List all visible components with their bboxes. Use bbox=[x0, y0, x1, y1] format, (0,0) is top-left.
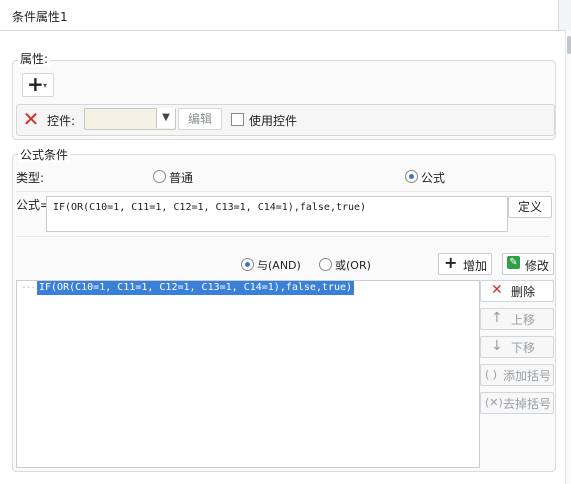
tab-title: 条件属性1 bbox=[12, 10, 68, 24]
tab-condition-property[interactable]: 条件属性1 bbox=[0, 0, 559, 30]
logic-or-label: 或(OR) bbox=[335, 259, 371, 272]
remove-bracket-button[interactable]: (✕) 去掉括号 bbox=[480, 392, 554, 414]
type-formula-radio[interactable] bbox=[405, 170, 418, 183]
delete-button[interactable]: ✕ 删除 bbox=[480, 280, 554, 302]
add-bracket-button[interactable]: ( ) 添加括号 bbox=[480, 364, 554, 386]
tree-connector: --- bbox=[22, 282, 36, 293]
modify-condition-button[interactable]: ✎ 修改 bbox=[502, 253, 554, 275]
formula-condition-section-label: 公式条件 bbox=[18, 146, 71, 163]
close-icon: ✕ bbox=[491, 282, 503, 298]
control-label: 控件: bbox=[47, 114, 76, 128]
type-normal-radio[interactable] bbox=[153, 170, 166, 183]
edit-button-label: 编辑 bbox=[187, 112, 212, 126]
move-up-button[interactable]: ↑ 上移 bbox=[480, 308, 554, 330]
logic-and-label: 与(AND) bbox=[257, 259, 301, 272]
edit-button[interactable]: 编辑 bbox=[178, 108, 222, 130]
use-control-label: 使用控件 bbox=[249, 114, 298, 128]
conditions-list[interactable] bbox=[16, 280, 480, 468]
chevron-down-icon[interactable]: ▼ bbox=[156, 108, 175, 128]
formula-label: 公式= bbox=[16, 198, 51, 212]
scrollbar-thumb[interactable] bbox=[567, 36, 571, 54]
add-condition-label: 增加 bbox=[463, 259, 488, 273]
modify-icon: ✎ bbox=[507, 256, 520, 269]
define-button-label: 定义 bbox=[517, 200, 542, 214]
type-normal-label: 普通 bbox=[169, 171, 194, 185]
logic-and-radio[interactable] bbox=[241, 258, 254, 271]
bracket-icon: ( ) bbox=[485, 368, 498, 381]
move-down-label: 下移 bbox=[511, 341, 536, 355]
properties-section-label: 属性: bbox=[18, 50, 51, 67]
add-bracket-label: 添加括号 bbox=[503, 369, 552, 383]
define-button[interactable]: 定义 bbox=[508, 196, 552, 218]
move-down-button[interactable]: ↓ 下移 bbox=[480, 336, 554, 358]
arrow-up-icon: ↑ bbox=[491, 310, 503, 326]
chevron-down-icon: ▾ bbox=[43, 81, 48, 90]
list-item[interactable]: IF(OR(C10=1, C11=1, C12=1, C13=1, C14=1)… bbox=[37, 281, 355, 295]
remove-bracket-icon: (✕) bbox=[485, 396, 503, 409]
add-condition-button[interactable]: + 增加 bbox=[438, 253, 492, 275]
move-up-label: 上移 bbox=[511, 313, 536, 327]
use-control-checkbox[interactable] bbox=[231, 113, 244, 126]
logic-or-radio[interactable] bbox=[319, 258, 332, 271]
plus-icon: + bbox=[444, 253, 458, 272]
type-label: 类型: bbox=[16, 171, 45, 185]
plus-icon: + bbox=[27, 72, 44, 96]
divider bbox=[16, 191, 550, 192]
add-property-dropdown-button[interactable]: + ▾ bbox=[22, 72, 54, 97]
modify-condition-label: 修改 bbox=[525, 259, 550, 273]
arrow-down-icon: ↓ bbox=[491, 338, 503, 354]
vertical-scrollbar[interactable] bbox=[565, 30, 571, 484]
remove-bracket-label: 去掉括号 bbox=[503, 397, 552, 411]
divider bbox=[16, 236, 550, 237]
formula-input[interactable]: IF(OR(C10=1, C11=1, C12=1, C13=1, C14=1)… bbox=[46, 196, 508, 232]
formula-text: IF(OR(C10=1, C11=1, C12=1, C13=1, C14=1)… bbox=[53, 202, 367, 213]
type-formula-label: 公式 bbox=[421, 171, 446, 185]
delete-label: 删除 bbox=[511, 285, 536, 299]
remove-property-icon[interactable]: ✕ bbox=[22, 109, 40, 129]
